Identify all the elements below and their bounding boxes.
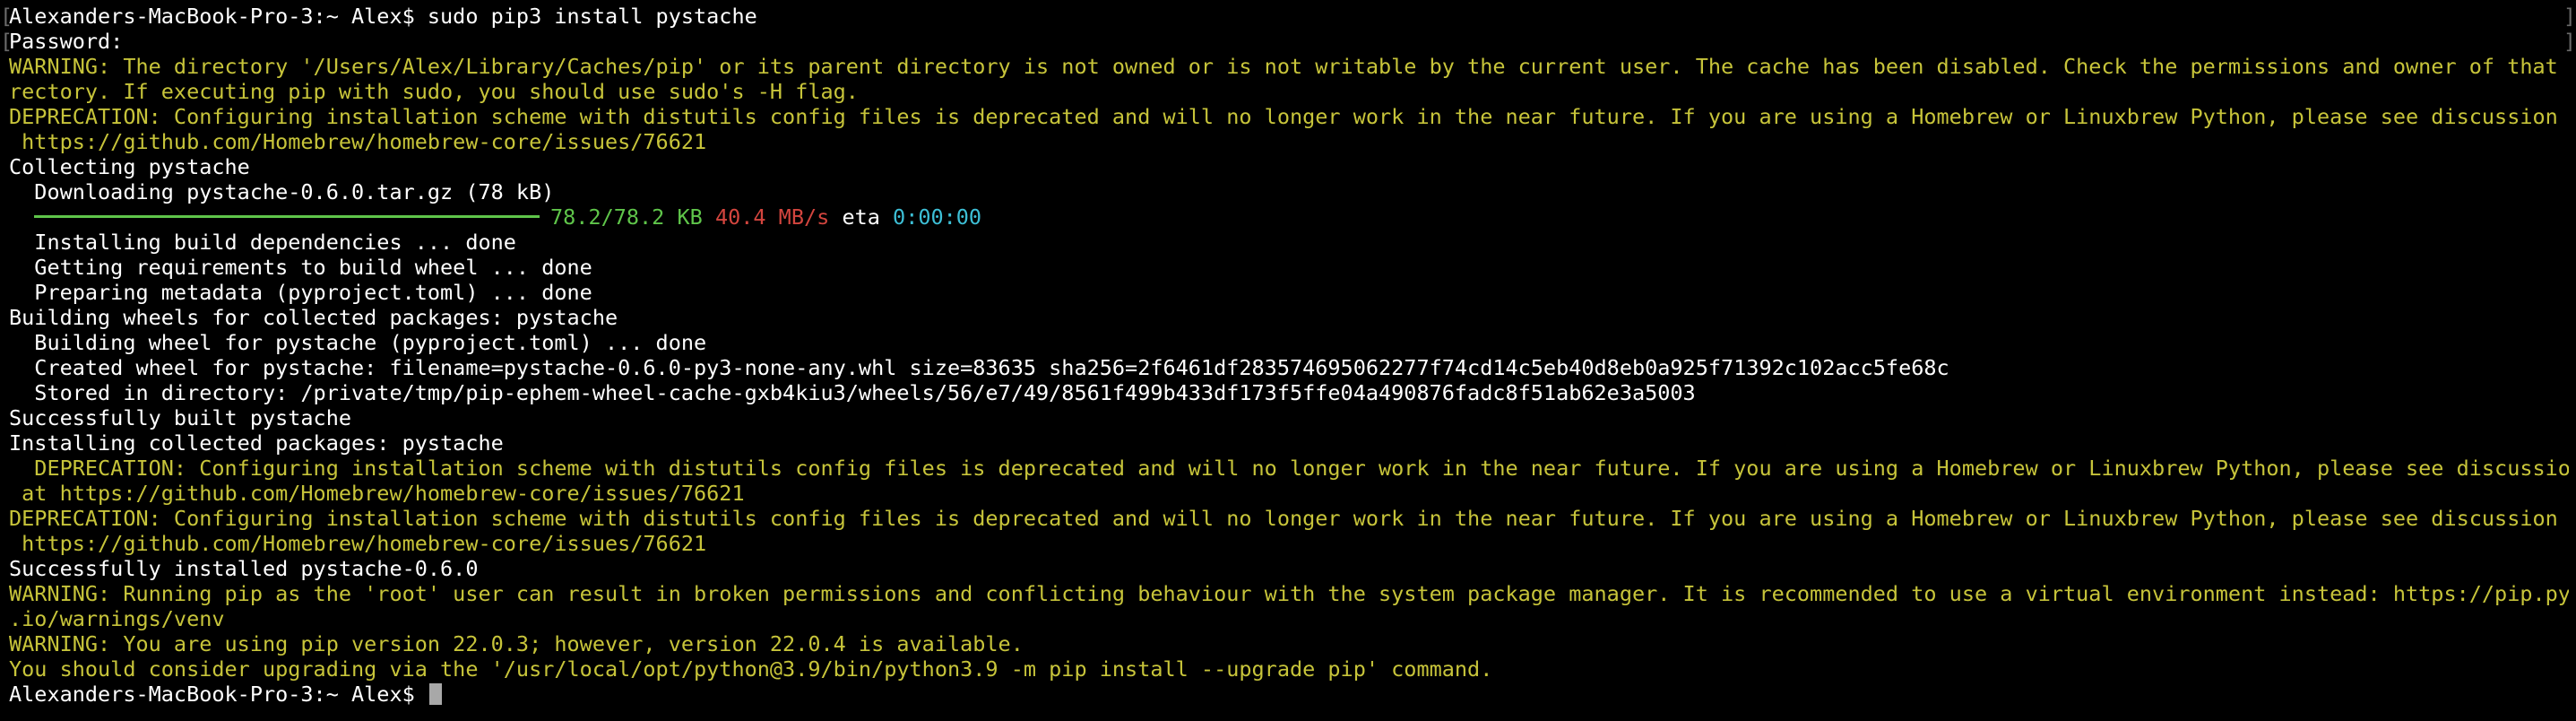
warning-output-line: https://github.com/Homebrew/homebrew-cor…	[9, 531, 707, 556]
output-line: Installing collected packages: pystache	[9, 430, 504, 456]
output-line: Building wheels for collected packages: …	[9, 305, 618, 330]
output-line: Downloading pystache-0.6.0.tar.gz (78 kB…	[9, 179, 555, 204]
progress-speed: 40.4 MB/s	[714, 204, 830, 230]
warning-output-line: at https://github.com/Homebrew/homebrew-…	[9, 481, 745, 506]
warning-output-line: DEPRECATION: Configuring installation sc…	[9, 506, 2569, 531]
output-line: Getting requirements to build wheel ... …	[9, 255, 592, 280]
progress-eta: 0:00:00	[893, 204, 982, 230]
output-line: Alexanders-MacBook-Pro-3:~ Alex$ sudo pi…	[9, 4, 757, 29]
left-edge-mark: [	[0, 29, 13, 54]
output-line: Password:	[9, 29, 124, 54]
output-line: Installing build dependencies ... done	[9, 230, 516, 255]
progress-eta-label: eta	[842, 204, 880, 230]
warning-output-line: You should consider upgrading via the '/…	[9, 656, 1493, 682]
output-line: Preparing metadata (pyproject.toml) ... …	[9, 280, 592, 305]
text-cursor[interactable]	[428, 682, 442, 705]
output-line: Created wheel for pystache: filename=pys…	[9, 355, 1949, 380]
warning-output-line: WARNING: You are using pip version 22.0.…	[9, 631, 1024, 656]
output-line: Stored in directory: /private/tmp/pip-ep…	[9, 380, 1696, 405]
right-edge-mark: ]	[2563, 29, 2576, 54]
warning-output-line: https://github.com/Homebrew/homebrew-cor…	[9, 129, 707, 154]
output-line: Collecting pystache	[9, 154, 250, 179]
terminal-output: Alexanders-MacBook-Pro-3:~ Alex$ sudo pi…	[9, 4, 2569, 707]
download-progress-line: 78.2/78.2 KB 40.4 MB/s eta 0:00:00	[9, 204, 2569, 230]
output-line: Building wheel for pystache (pyproject.t…	[9, 330, 707, 355]
warning-output-line: DEPRECATION: Configuring installation sc…	[9, 104, 2569, 129]
progress-size: 78.2/78.2 KB	[550, 204, 703, 230]
output-line: Successfully installed pystache-0.6.0	[9, 556, 479, 581]
output-line: Successfully built pystache	[9, 405, 352, 430]
left-edge-mark: [	[0, 4, 13, 29]
warning-output-line: DEPRECATION: Configuring installation sc…	[9, 456, 2569, 481]
shell-prompt-line: Alexanders-MacBook-Pro-3:~ Alex$	[9, 682, 2569, 707]
warning-output-line: WARNING: The directory '/Users/Alex/Libr…	[9, 54, 2569, 79]
shell-prompt: Alexanders-MacBook-Pro-3:~ Alex$	[9, 682, 428, 707]
progress-bar	[34, 215, 540, 218]
warning-output-line: rectory. If executing pip with sudo, you…	[9, 79, 859, 104]
warning-output-line: WARNING: Running pip as the 'root' user …	[9, 581, 2569, 606]
right-edge-mark: ]	[2563, 4, 2576, 29]
terminal-window[interactable]: Alexanders-MacBook-Pro-3:~ Alex$ sudo pi…	[0, 0, 2576, 721]
warning-output-line: .io/warnings/venv	[9, 606, 225, 631]
